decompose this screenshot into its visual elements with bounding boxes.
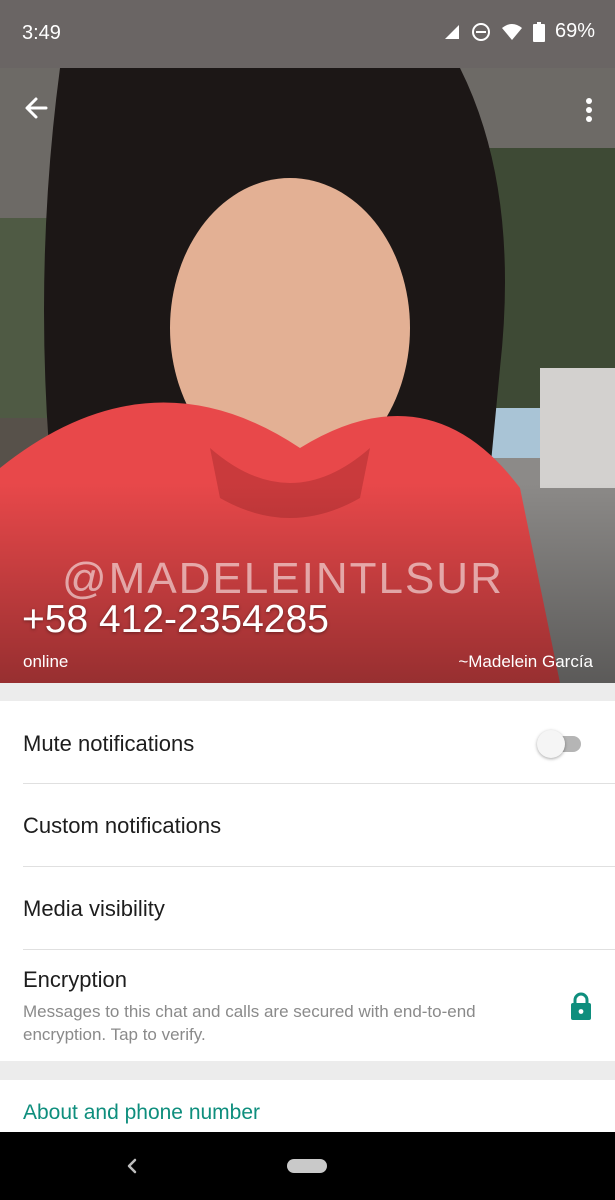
- online-status: online: [23, 652, 69, 671]
- custom-notifications-label: Custom notifications: [23, 813, 222, 838]
- wifi-icon: [501, 23, 522, 40]
- do-not-disturb-icon: [471, 22, 490, 41]
- contact-push-name: ~Madelein García: [458, 652, 593, 671]
- profile-photo-header[interactable]: @MADELEINTLSUR +58 412-2354285 online ~M…: [0, 68, 615, 683]
- encryption-title: Encryption: [23, 967, 127, 992]
- about-and-phone-label: About and phone number: [23, 1101, 261, 1124]
- custom-notifications-row[interactable]: Custom notifications: [0, 784, 615, 866]
- media-visibility-label: Media visibility: [23, 896, 165, 921]
- status-bar: 3:49 69%: [0, 0, 615, 68]
- mute-notifications-toggle[interactable]: [537, 729, 583, 759]
- toggle-knob: [537, 730, 565, 758]
- status-icons: 69%: [443, 20, 595, 43]
- system-nav-bar: [0, 1132, 615, 1200]
- photo-watermark: @MADELEINTLSUR: [62, 554, 504, 603]
- nav-home-pill[interactable]: [287, 1159, 327, 1173]
- battery-icon: [532, 21, 545, 42]
- mute-notifications-row[interactable]: Mute notifications: [0, 701, 615, 783]
- arrow-back-icon[interactable]: [18, 90, 62, 126]
- media-visibility-row[interactable]: Media visibility: [0, 867, 615, 949]
- mute-notifications-label: Mute notifications: [23, 731, 195, 756]
- battery-percent: 69%: [554, 20, 595, 42]
- contact-phone-title: +58 412-2354285: [22, 598, 329, 641]
- lock-icon: [571, 992, 591, 1020]
- about-card: About and phone number: [0, 1080, 615, 1132]
- signal-icon: [444, 24, 459, 39]
- chat-settings-card: Mute notifications Custom notifications …: [0, 701, 615, 1061]
- status-time: 3:49: [22, 22, 61, 44]
- encryption-row[interactable]: Encryption Messages to this chat and cal…: [0, 950, 615, 1061]
- more-vert-icon[interactable]: [577, 92, 601, 128]
- encryption-description: Messages to this chat and calls are secu…: [23, 1002, 476, 1044]
- nav-back-icon[interactable]: [122, 1154, 142, 1178]
